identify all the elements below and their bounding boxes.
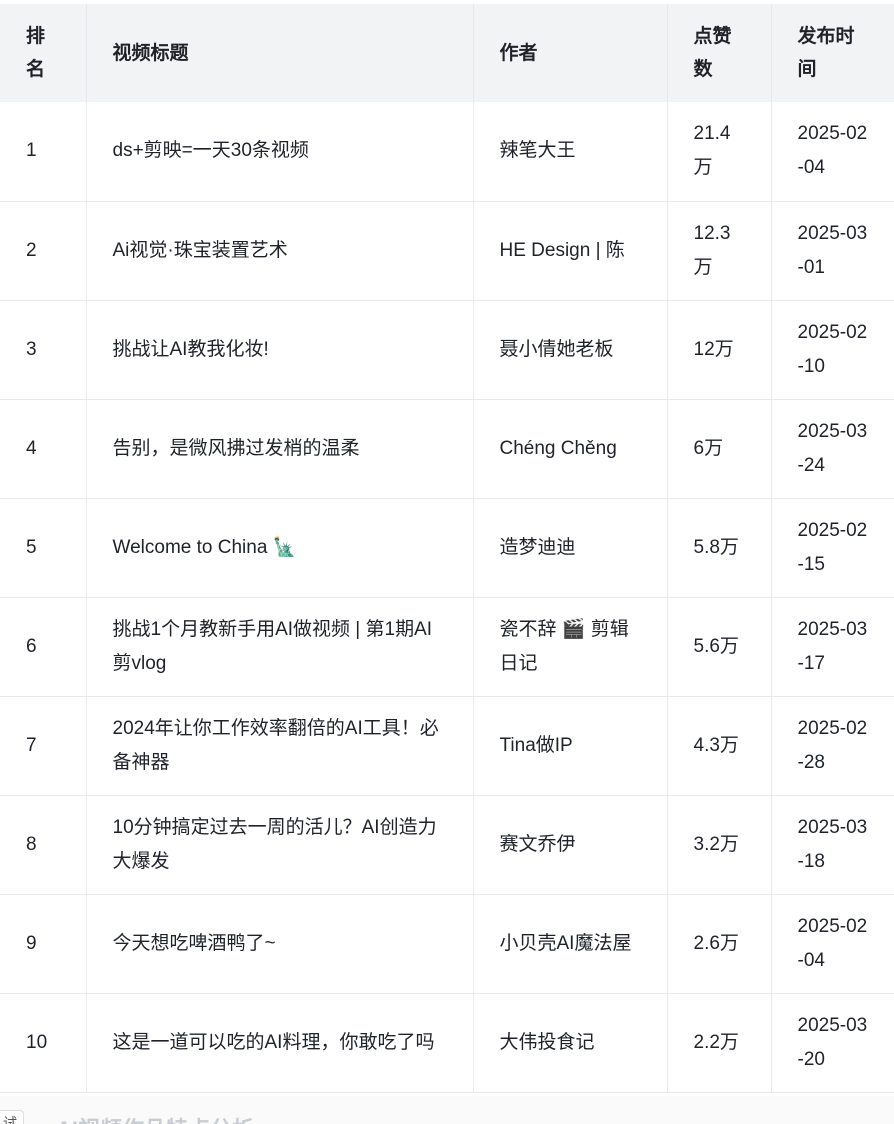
cell-title: 今天想吃啤酒鸭了~ [86,894,474,993]
table-row: 3 挑战让AI教我化妆! 聂小倩她老板 12万 2025-02-10 [0,300,894,399]
cell-title: 告别，是微风拂过发梢的温柔 [86,399,474,498]
cell-likes: 12.3万 [667,201,772,300]
cell-title: 2024年让你工作效率翻倍的AI工具！必备神器 [86,696,474,795]
cell-author: 辣笔大王 [473,102,668,201]
cell-rank: 7 [0,696,87,795]
cell-title: Ai视觉·珠宝装置艺术 [86,201,474,300]
header-row: 排名 视频标题 作者 点赞数 发布时间 [0,4,894,102]
table-row: 7 2024年让你工作效率翻倍的AI工具！必备神器 Tina做IP 4.3万 2… [0,696,894,795]
table-header: 排名 视频标题 作者 点赞数 发布时间 [0,4,894,102]
cell-likes: 12万 [667,300,772,399]
cell-rank: 3 [0,300,87,399]
table-row: 5 Welcome to China 🗽 造梦迪迪 5.8万 2025-02-1… [0,498,894,597]
cell-likes: 2.2万 [667,993,772,1092]
cell-date: 2025-03-20 [797,1014,868,1070]
cell-likes: 21.4万 [667,102,772,201]
cell-author: 造梦迪迪 [473,498,668,597]
table-row: 4 告别，是微风拂过发梢的温柔 Chéng Chěng 6万 2025-03-2… [0,399,894,498]
cell-author: Tina做IP [473,696,668,795]
cell-rank: 1 [0,102,87,201]
cell-title: 10分钟搞定过去一周的活儿？AI创造力大爆发 [86,795,474,894]
cell-rank: 8 [0,795,87,894]
cell-author: 瓷不辞 🎬 剪辑日记 [473,597,668,696]
cell-date: 2025-03-18 [797,816,868,872]
table-row: 2 Ai视觉·珠宝装置艺术 HE Design | 陈 12.3万 2025-0… [0,201,894,300]
cell-title: 挑战让AI教我化妆! [86,300,474,399]
cell-title: Welcome to China 🗽 [86,498,474,597]
cell-title: 这是一道可以吃的AI料理，你敢吃了吗 [86,993,474,1092]
cell-date: 2025-02-04 [797,123,868,179]
header-author: 作者 [473,4,668,102]
cell-date: 2025-02-28 [797,717,868,773]
cell-date: 2025-02-04 [797,915,868,971]
table-row: 9 今天想吃啤酒鸭了~ 小贝壳AI魔法屋 2.6万 2025-02-04 [0,894,894,993]
next-section-preview: 试 AI视频作品特点分析 [0,1096,894,1124]
cell-rank: 5 [0,498,87,597]
cell-likes: 4.3万 [667,696,772,795]
floating-label[interactable]: 试 [0,1110,24,1124]
header-likes: 点赞数 [667,4,772,102]
cell-author: 赛文乔伊 [473,795,668,894]
cell-rank: 6 [0,597,87,696]
table-row: 10 这是一道可以吃的AI料理，你敢吃了吗 大伟投食记 2.2万 2025-03… [0,993,894,1092]
cell-likes: 5.8万 [667,498,772,597]
cell-likes: 2.6万 [667,894,772,993]
section-heading: AI视频作品特点分析 [56,1112,254,1124]
header-rank: 排名 [0,4,87,102]
video-ranking-table-container: 排名 视频标题 作者 点赞数 发布时间 1 ds+剪映=一天30条视频 辣笔大王… [0,4,894,1093]
header-video-title: 视频标题 [86,4,474,102]
cell-author: 聂小倩她老板 [473,300,668,399]
cell-author: Chéng Chěng [473,399,668,498]
header-publish-date: 发布时间 [797,26,855,80]
cell-title: ds+剪映=一天30条视频 [86,102,474,201]
cell-author: HE Design | 陈 [473,201,668,300]
cell-rank: 2 [0,201,87,300]
video-ranking-table: 排名 视频标题 作者 点赞数 发布时间 1 ds+剪映=一天30条视频 辣笔大王… [0,4,894,1093]
table-row: 8 10分钟搞定过去一周的活儿？AI创造力大爆发 赛文乔伊 3.2万 2025-… [0,795,894,894]
cell-likes: 6万 [667,399,772,498]
cell-rank: 9 [0,894,87,993]
table-row: 1 ds+剪映=一天30条视频 辣笔大王 21.4万 2025-02-04 [0,102,894,201]
cell-author: 小贝壳AI魔法屋 [473,894,668,993]
table-row: 6 挑战1个月教新手用AI做视频 | 第1期AI剪vlog 瓷不辞 🎬 剪辑日记… [0,597,894,696]
cell-date: 2025-02-10 [797,321,868,377]
cell-rank: 10 [0,993,87,1092]
cell-rank: 4 [0,399,87,498]
cell-title: 挑战1个月教新手用AI做视频 | 第1期AI剪vlog [86,597,474,696]
cell-date: 2025-03-17 [797,618,868,674]
cell-date: 2025-03-01 [797,222,868,278]
cell-date: 2025-03-24 [797,420,868,476]
table-body: 1 ds+剪映=一天30条视频 辣笔大王 21.4万 2025-02-04 2 … [0,102,894,1092]
cell-likes: 3.2万 [667,795,772,894]
cell-date: 2025-02-15 [797,519,868,575]
cell-likes: 5.6万 [667,597,772,696]
cell-author: 大伟投食记 [473,993,668,1092]
